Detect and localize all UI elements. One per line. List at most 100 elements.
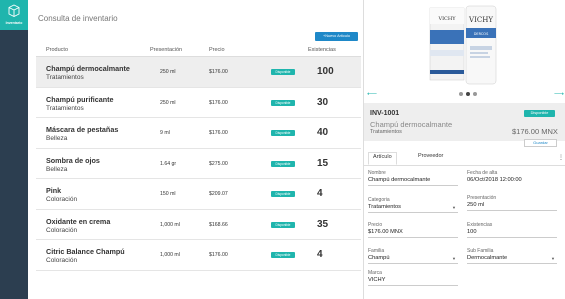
category-field[interactable]: Categoria Tratamientos ▼ xyxy=(368,197,458,213)
status-badge: Disponible xyxy=(524,110,555,117)
carousel-prev-icon[interactable]: ⟵ xyxy=(367,90,377,98)
dropdown-arrow-icon: ▼ xyxy=(452,205,456,210)
more-options-icon[interactable]: ⋮ xyxy=(558,154,564,161)
field-label: Nombre xyxy=(368,170,386,176)
table-row[interactable]: Citric Balance Champú Coloración 1,000 m… xyxy=(36,240,361,271)
status-badge: Disponible xyxy=(271,252,295,258)
sidebar: Inventario xyxy=(0,0,28,299)
product-category: Tratamientos xyxy=(370,129,402,135)
carousel-dot[interactable] xyxy=(473,92,477,96)
status-badge: Disponible xyxy=(271,160,295,167)
product-sku: INV-1001 xyxy=(370,110,400,117)
stock-field[interactable]: Existencias 100 xyxy=(467,222,557,238)
name-field[interactable]: Nombre Champú dermocalmante xyxy=(368,170,458,186)
price-field[interactable]: Precio $176.00 MNX xyxy=(368,222,458,238)
status-badge: Disponible xyxy=(271,69,295,75)
status-badge: Disponible xyxy=(271,191,295,197)
subfamily-field[interactable]: Sub Familia Dermocalmante ▼ xyxy=(467,248,557,264)
product-image: VICHY VICHY DERCOS xyxy=(429,5,497,85)
table-row[interactable]: Sombra de ojos Belleza 1.64 gr $275.00 D… xyxy=(36,149,361,179)
row-name: Pink xyxy=(46,186,62,195)
row-stock: 4 xyxy=(317,188,323,199)
presentation-input[interactable]: 250 ml xyxy=(467,202,557,211)
tab-article[interactable]: Artículo xyxy=(368,152,397,165)
row-presentation: 1.64 gr xyxy=(160,160,177,167)
date-value: 06/Oct/2018 12:00:00 xyxy=(467,177,522,183)
save-button[interactable]: Guardar xyxy=(524,139,557,147)
row-presentation: 250 ml xyxy=(160,69,176,75)
row-category: Belleza xyxy=(46,135,68,142)
row-name: Oxidante en crema xyxy=(46,216,111,226)
stock-input[interactable]: 100 xyxy=(467,229,557,238)
subfamily-select[interactable]: Dermocalmante ▼ xyxy=(467,255,557,264)
row-category: Belleza xyxy=(46,165,68,173)
row-category: Coloración xyxy=(46,226,78,234)
row-price: $176.00 xyxy=(209,69,228,75)
detail-tabs: Artículo Proveedor ⋮ xyxy=(364,150,565,166)
field-label: Existencias xyxy=(467,222,493,228)
field-label: Presentación xyxy=(467,195,497,201)
row-name: Sombra de ojos xyxy=(46,155,100,165)
dropdown-arrow-icon: ▼ xyxy=(452,256,456,261)
name-input[interactable]: Champú dermocalmante xyxy=(368,177,458,186)
field-label: Sub Familia xyxy=(467,248,494,254)
carousel-dot[interactable] xyxy=(459,92,463,96)
field-label: Familia xyxy=(368,248,385,254)
row-stock: 35 xyxy=(317,218,329,230)
detail-panel: VICHY VICHY DERCOS ⟵ ⟶ INV-1001 Disponib… xyxy=(363,0,565,299)
table-row[interactable]: Oxidante en crema Coloración 1,000 ml $1… xyxy=(36,210,361,240)
date-field[interactable]: Fecha de alta 06/Oct/2018 12:00:00 xyxy=(467,170,557,186)
row-category: Coloración xyxy=(46,196,78,203)
field-label: Fecha de alta xyxy=(467,170,498,176)
field-label: Categoria xyxy=(368,197,390,203)
category-select-value: Tratamientos xyxy=(368,204,401,210)
row-stock: 100 xyxy=(317,66,334,77)
row-presentation: 1,000 ml xyxy=(160,252,180,258)
new-item-button[interactable]: +Nuevo Artículo xyxy=(315,32,358,41)
brand-input[interactable]: VICHY xyxy=(368,277,458,286)
row-stock: 40 xyxy=(317,127,329,138)
table-row[interactable]: Champú purificante Tratamientos 250 ml $… xyxy=(36,88,361,118)
table-row[interactable]: Máscara de pestañas Belleza 9 ml $176.00… xyxy=(36,118,361,149)
field-label: Precio xyxy=(368,222,383,228)
family-field[interactable]: Familia Champú ▼ xyxy=(368,248,458,264)
price-input[interactable]: $176.00 MNX xyxy=(368,229,458,238)
product-image-carousel: VICHY VICHY DERCOS ⟵ ⟶ xyxy=(364,0,565,98)
presentation-field[interactable]: Presentación 250 ml xyxy=(467,195,557,211)
status-badge: Disponible xyxy=(271,99,295,106)
subfamily-select-value: Dermocalmante xyxy=(467,255,508,261)
app-logo-label: Inventario xyxy=(5,21,23,25)
row-price: $176.00 xyxy=(209,252,228,258)
family-select[interactable]: Champú ▼ xyxy=(368,255,458,264)
dropdown-arrow-icon: ▼ xyxy=(551,256,555,261)
row-stock: 30 xyxy=(317,96,329,108)
row-stock: 15 xyxy=(317,157,329,169)
header-presentation: Presentación xyxy=(150,47,183,53)
row-price: $176.00 xyxy=(209,130,228,136)
brand-field[interactable]: Marca VICHY xyxy=(368,270,458,286)
row-name: Máscara de pestañas xyxy=(46,125,119,134)
product-summary: INV-1001 Disponible Champú dermocalmante… xyxy=(364,103,565,141)
carousel-next-icon[interactable]: ⟶ xyxy=(554,90,564,98)
product-price: $176.00 MNX xyxy=(512,127,558,136)
box-icon xyxy=(8,4,20,18)
inventory-table: Producto Presentación Precio Existencias… xyxy=(36,45,361,271)
product-line-text: DERCOS xyxy=(474,32,489,36)
family-select-value: Champú xyxy=(368,255,390,261)
header-product: Producto xyxy=(46,47,69,53)
product-name: Champú dermocalmante xyxy=(370,120,453,129)
tab-supplier[interactable]: Proveedor xyxy=(414,153,447,159)
category-select[interactable]: Tratamientos ▼ xyxy=(368,204,458,213)
row-category: Tratamientos xyxy=(46,74,84,81)
table-row[interactable]: Pink Coloración 150 ml $209.07 Disponibl… xyxy=(36,179,361,210)
row-presentation: 1,000 ml xyxy=(160,221,180,228)
app-logo[interactable]: Inventario xyxy=(0,0,28,30)
row-presentation: 150 ml xyxy=(160,191,176,197)
carousel-dot-active[interactable] xyxy=(466,92,470,96)
status-badge: Disponible xyxy=(271,130,295,136)
row-category: Tratamientos xyxy=(46,104,84,112)
table-row[interactable]: Champú dermocalmante Tratamientos 250 ml… xyxy=(36,57,361,88)
row-price: $176.00 xyxy=(209,99,228,106)
brand-text: VICHY xyxy=(468,16,493,24)
brand-text-small: VICHY xyxy=(437,16,456,22)
